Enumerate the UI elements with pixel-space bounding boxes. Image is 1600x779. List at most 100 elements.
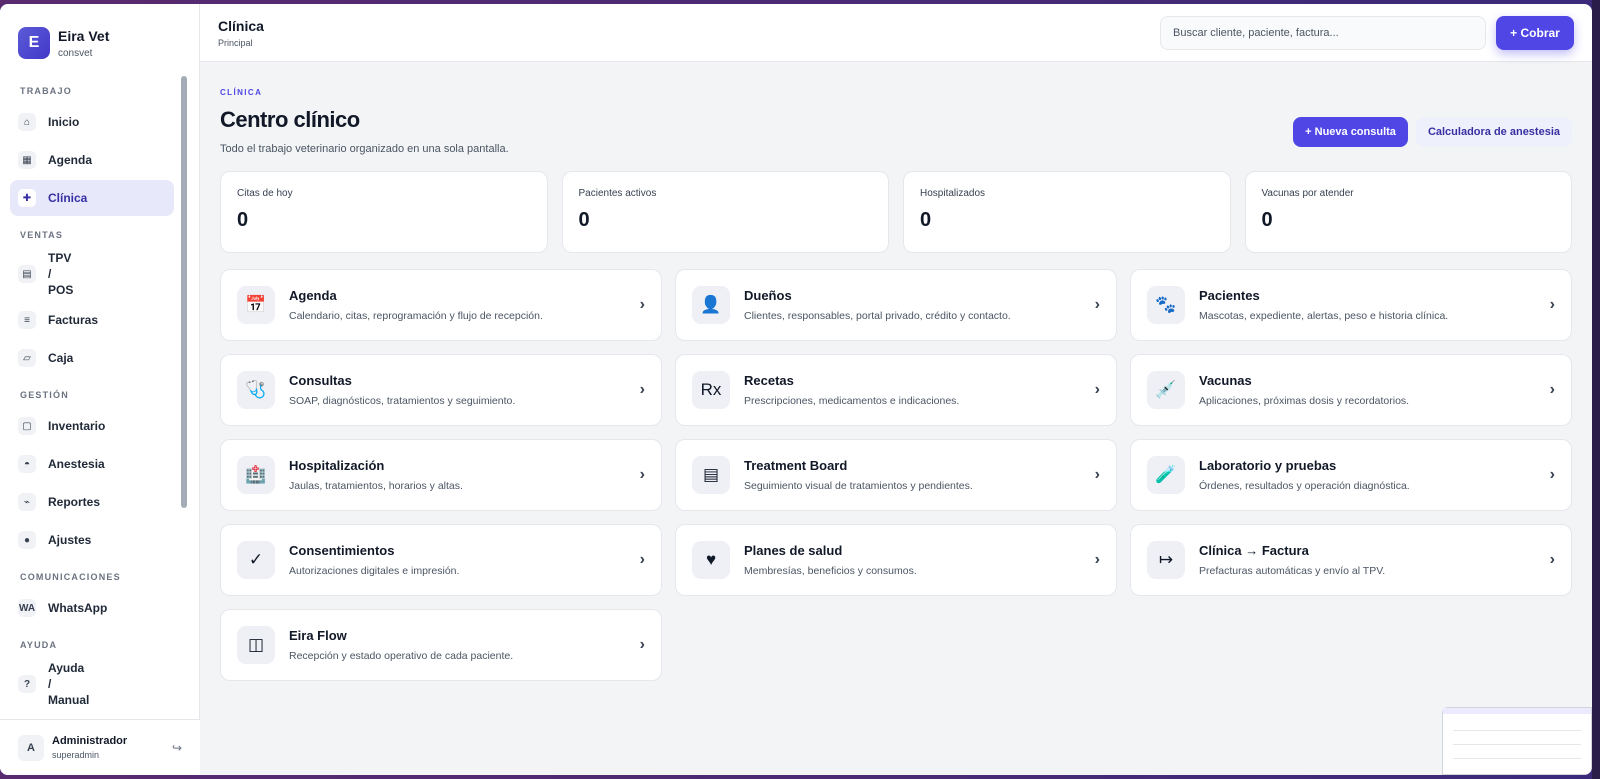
prescription-icon: Rx	[692, 371, 730, 409]
sidebar-item-invoice[interactable]: ≡ Facturas	[10, 302, 174, 338]
screen-thumbnail[interactable]	[1442, 707, 1592, 775]
module-description: Recepción y estado operativo de cada pac…	[289, 650, 514, 662]
sidebar-item-help[interactable]: ? Ayuda / Manual	[10, 658, 174, 710]
app-window: E Eira Vet consvet TRABAJO ⌂ Inicio ▦ Agenda…	[0, 4, 1592, 775]
module-description: Clientes, responsables, portal privado, …	[744, 310, 1011, 322]
chevron-right-icon: ›	[639, 381, 645, 398]
search-input[interactable]	[1160, 15, 1486, 50]
sidebar-item-label: Caja	[48, 351, 74, 365]
module-title: Clínica → Factura	[1199, 543, 1309, 558]
sidebar-item-home[interactable]: ⌂ Inicio	[10, 104, 174, 140]
pos-icon: ▤	[18, 265, 36, 283]
sidebar-item-anesthesia[interactable]: ◓ Anestesia	[10, 446, 174, 482]
module-card-calendar[interactable]: 📅 Agenda Calendario, citas, reprogramaci…	[220, 269, 662, 341]
module-description: Órdenes, resultados y operación diagnóst…	[1199, 480, 1410, 492]
module-title: Consultas	[289, 373, 352, 388]
new-consultation-button[interactable]: + Nueva consulta	[1293, 117, 1408, 147]
breadcrumb: Principal	[218, 37, 253, 48]
sidebar-item-cash[interactable]: ▱ Caja	[10, 340, 174, 376]
module-title: Vacunas	[1199, 373, 1252, 388]
avatar[interactable]: A	[18, 734, 44, 761]
sidebar-nav: TRABAJO ⌂ Inicio ▦ Agenda ✚ Clínica VENTAS ▤ TPV …	[0, 78, 184, 718]
stat-card: Pacientes activos 0	[561, 171, 889, 253]
module-card-paw[interactable]: 🐾 Pacientes Mascotas, expediente, alerta…	[1130, 269, 1572, 341]
sidebar-item-whatsapp[interactable]: WA WhatsApp	[10, 590, 174, 626]
module-title: Planes de salud	[744, 543, 843, 558]
module-card-check[interactable]: ✓ Consentimientos Autorizaciones digital…	[220, 524, 662, 596]
module-card-prescription[interactable]: Rx Recetas Prescripciones, medicamentos …	[675, 354, 1117, 426]
module-card-flow[interactable]: ◫ Eira Flow Recepción y estado operativo…	[220, 609, 662, 681]
module-description: Membresías, beneficios y consumos.	[744, 565, 917, 577]
main-area: Clínica Principal + Cobrar CLÍNICA Centr…	[200, 4, 1592, 775]
brand-name: Eira Vet	[58, 27, 110, 44]
module-card-heart[interactable]: ♥ Planes de salud Membresías, beneficios…	[675, 524, 1117, 596]
module-description: Prefacturas automáticas y envío al TPV.	[1199, 565, 1386, 577]
module-card-arrow[interactable]: ↦ Clínica → Factura Prefacturas automáti…	[1130, 524, 1572, 596]
sidebar-item-clinic[interactable]: ✚ Clínica	[10, 180, 174, 216]
chevron-right-icon: ›	[1094, 551, 1100, 568]
chevron-right-icon: ›	[1094, 381, 1100, 398]
brand-sub: consvet	[58, 47, 93, 59]
module-description: Mascotas, expediente, alertas, peso e hi…	[1199, 310, 1449, 322]
cash-icon: ▱	[18, 349, 36, 367]
calendar-icon: 📅	[237, 286, 275, 324]
chevron-right-icon: ›	[1549, 551, 1555, 568]
anesthesia-calculator-button[interactable]: Calculadora de anestesia	[1415, 117, 1572, 147]
sidebar-item-inventory[interactable]: ▢ Inventario	[10, 408, 174, 444]
logout-icon[interactable]: ↪	[172, 741, 182, 755]
sidebar-item-label: Clínica	[48, 191, 88, 205]
chevron-right-icon: ›	[639, 636, 645, 653]
sidebar-item-pos[interactable]: ▤ TPV / POS	[10, 248, 174, 300]
module-description: Seguimiento visual de tratamientos y pen…	[744, 480, 973, 492]
cobrar-button[interactable]: + Cobrar	[1496, 15, 1574, 50]
chevron-right-icon: ›	[639, 551, 645, 568]
sidebar-scrollbar[interactable]	[181, 76, 187, 508]
stat-card: Citas de hoy 0	[220, 171, 548, 253]
module-title: Hospitalización	[289, 458, 385, 473]
stats-row: Citas de hoy 0 Pacientes activos 0 Hospita…	[220, 171, 1572, 253]
sidebar-section-title: COMUNICACIONES	[20, 572, 121, 582]
check-icon: ✓	[237, 541, 275, 579]
sidebar-section-title: GESTIÓN	[20, 390, 69, 400]
page-title: Clínica	[218, 17, 264, 34]
sidebar-item-label: Agenda	[48, 153, 93, 167]
chevron-right-icon: ›	[639, 466, 645, 483]
brand[interactable]: E Eira Vet consvet	[0, 4, 199, 64]
sidebar: E Eira Vet consvet TRABAJO ⌂ Inicio ▦ Agenda…	[0, 4, 200, 775]
chevron-right-icon: ›	[1094, 466, 1100, 483]
sidebar-item-reports[interactable]: ⌁ Reportes	[10, 484, 174, 520]
stat-label: Vacunas por atender	[1261, 188, 1354, 199]
help-icon: ?	[18, 675, 36, 693]
stat-label: Pacientes activos	[578, 188, 657, 199]
sidebar-section-title: VENTAS	[20, 230, 64, 240]
module-card-hospital[interactable]: 🏥 Hospitalización Jaulas, tratamientos, …	[220, 439, 662, 511]
sidebar-item-label: Inicio	[48, 115, 80, 129]
owner-icon: 👤	[692, 286, 730, 324]
chevron-right-icon: ›	[639, 296, 645, 313]
chevron-right-icon: ›	[1549, 381, 1555, 398]
sidebar-item-label: TPV / POS	[48, 251, 74, 297]
chevron-right-icon: ›	[1549, 296, 1555, 313]
section-eyebrow: CLÍNICA	[220, 88, 263, 97]
sidebar-item-settings[interactable]: ● Ajustes	[10, 522, 174, 558]
sidebar-item-label: Inventario	[48, 419, 106, 433]
module-card-owner[interactable]: 👤 Dueños Clientes, responsables, portal …	[675, 269, 1117, 341]
heart-icon: ♥	[692, 541, 730, 579]
module-title: Recetas	[744, 373, 794, 388]
stat-value: 0	[920, 209, 932, 231]
chevron-right-icon: ›	[1549, 466, 1555, 483]
module-title: Laboratorio y pruebas	[1199, 458, 1337, 473]
content: CLÍNICA Centro clínico Todo el trabajo v…	[200, 62, 1592, 681]
module-card-syringe[interactable]: 💉 Vacunas Aplicaciones, próximas dosis y…	[1130, 354, 1572, 426]
sidebar-item-label: Reportes	[48, 495, 101, 509]
stethoscope-icon: 🩺	[237, 371, 275, 409]
module-card-test-tube[interactable]: 🧪 Laboratorio y pruebas Órdenes, resulta…	[1130, 439, 1572, 511]
sidebar-item-calendar[interactable]: ▦ Agenda	[10, 142, 174, 178]
module-card-board[interactable]: ▤ Treatment Board Seguimiento visual de …	[675, 439, 1117, 511]
module-description: Aplicaciones, próximas dosis y recordato…	[1199, 395, 1410, 407]
clinic-icon: ✚	[18, 189, 36, 207]
sidebar-item-label: Anestesia	[48, 457, 105, 471]
stat-value: 0	[578, 209, 590, 231]
stat-value: 0	[237, 209, 249, 231]
module-card-stethoscope[interactable]: 🩺 Consultas SOAP, diagnósticos, tratamie…	[220, 354, 662, 426]
